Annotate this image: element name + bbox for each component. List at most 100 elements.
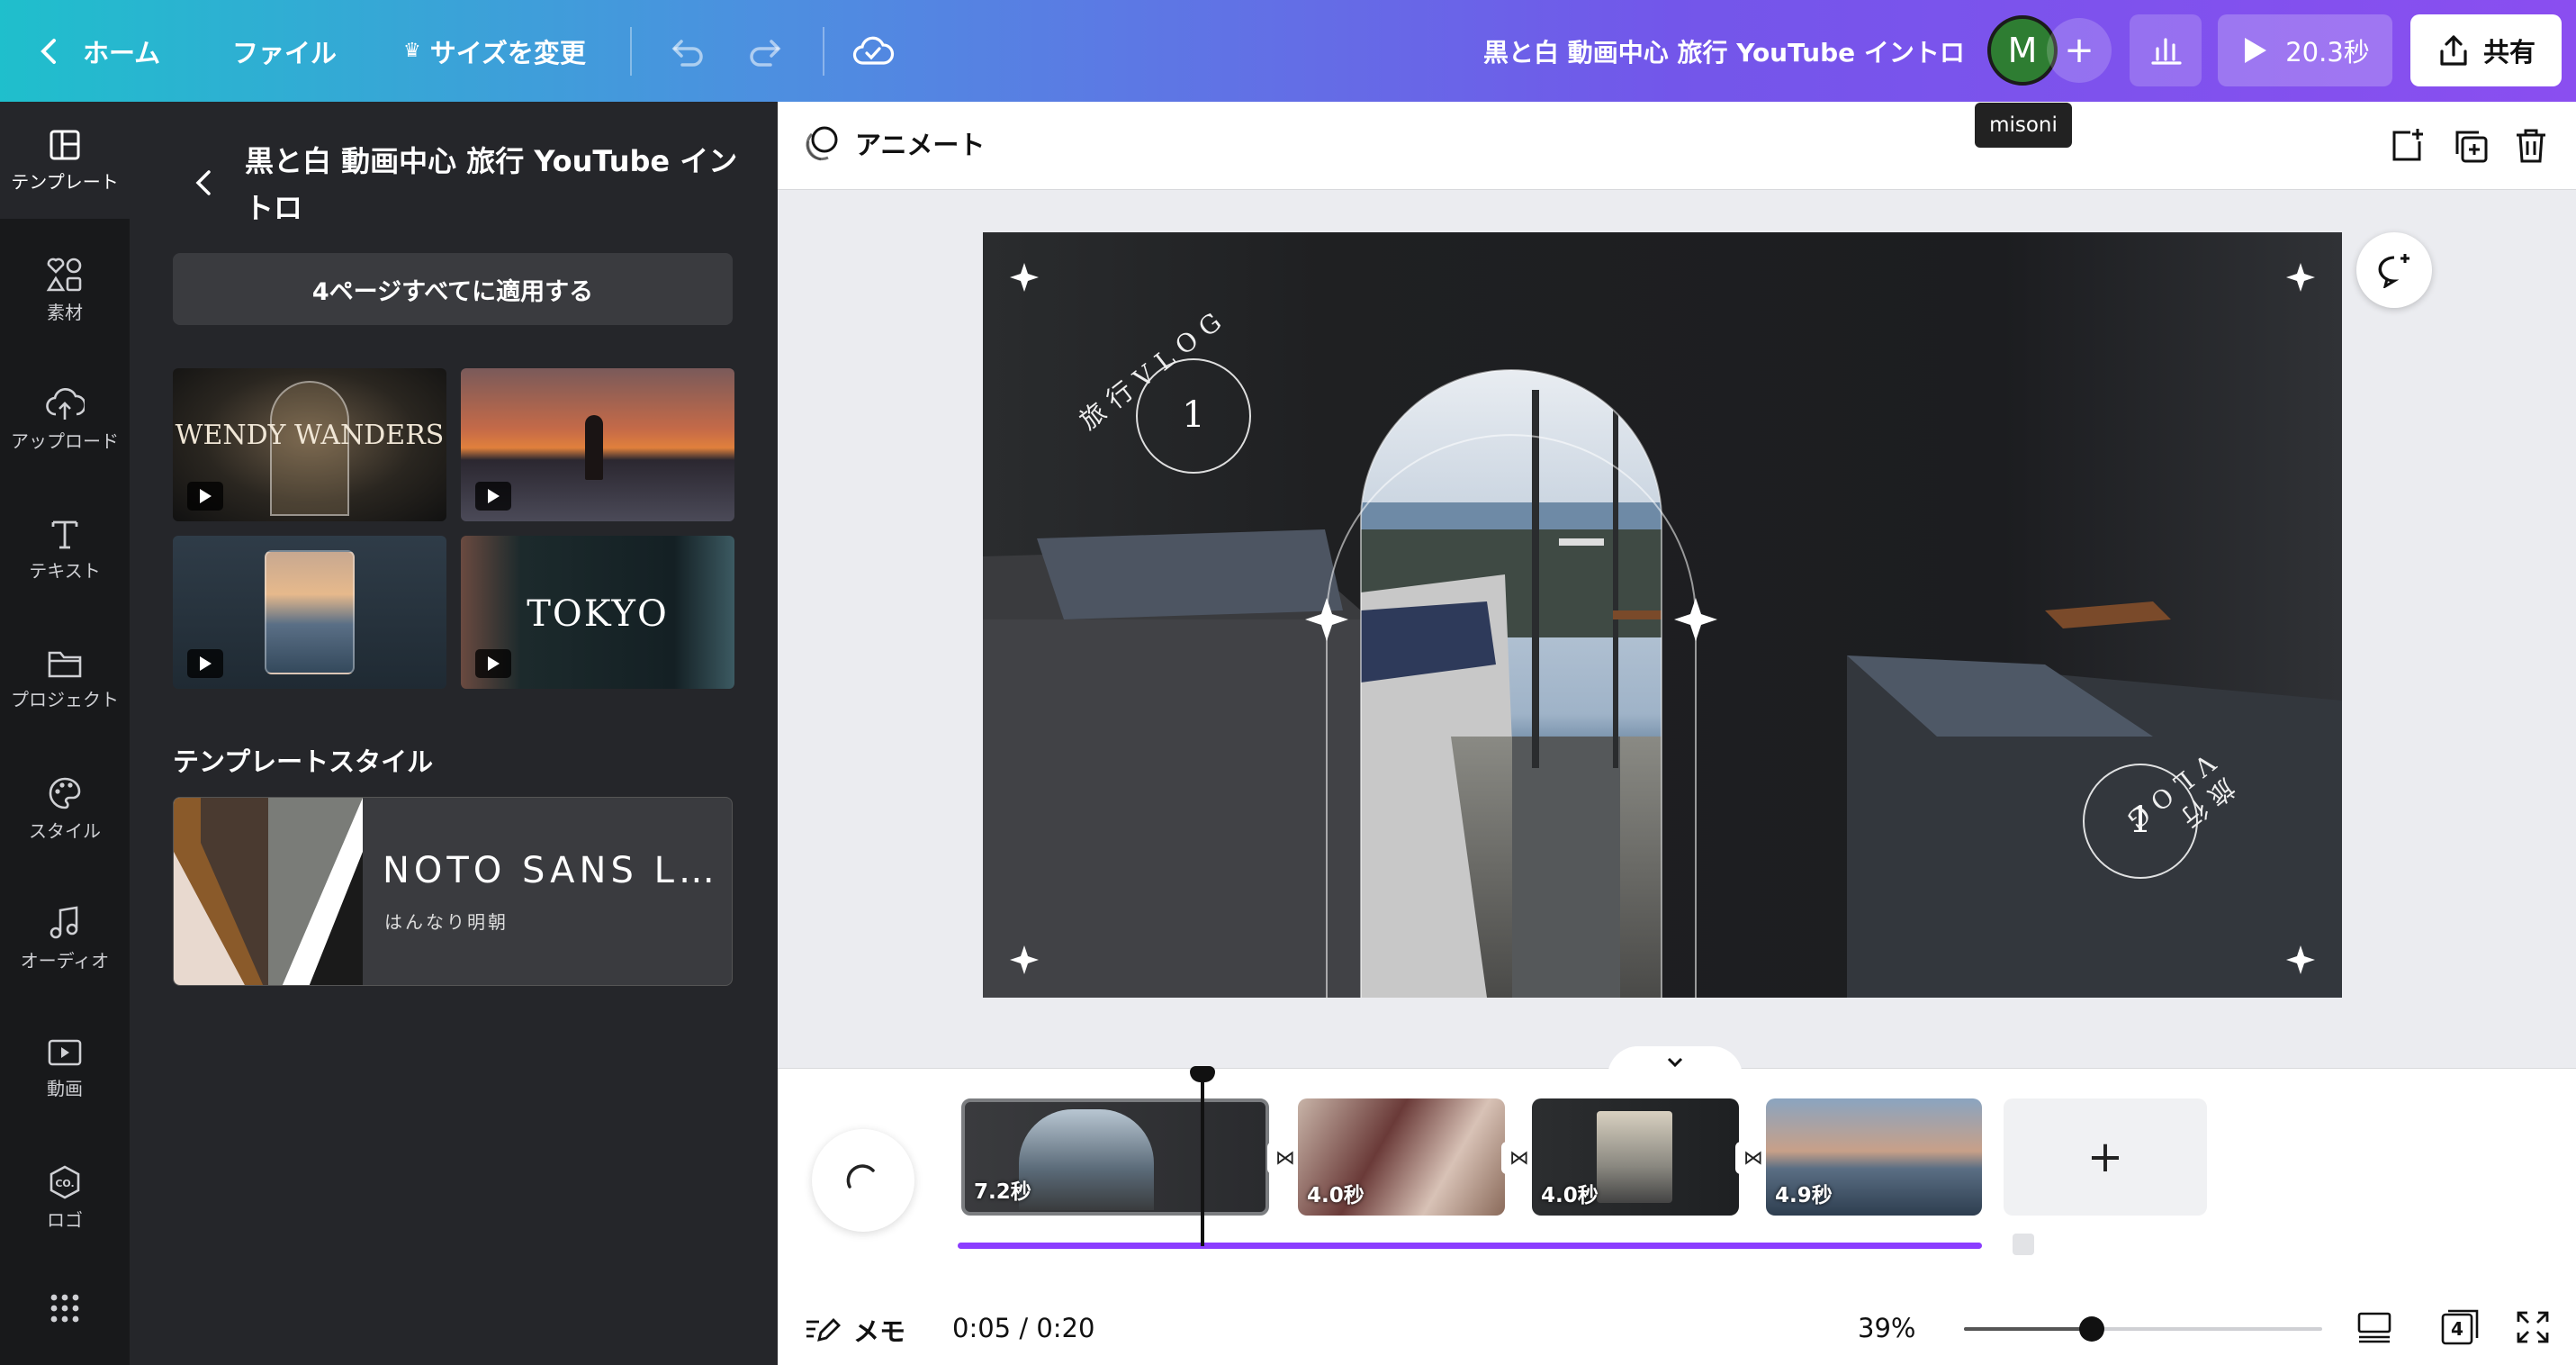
timeline-track[interactable] <box>958 1243 1982 1249</box>
chevron-left-icon <box>41 38 56 64</box>
playhead-handle[interactable] <box>1190 1066 1215 1082</box>
clip-duration: 4.0秒 <box>1541 1184 1599 1207</box>
template-thumbnail[interactable]: TOKYO <box>461 536 734 689</box>
spinner-icon <box>846 1164 875 1189</box>
style-font-sub: はんなり明朝 <box>384 911 509 933</box>
add-page-button[interactable] <box>2389 127 2427 168</box>
add-collaborator-button[interactable]: + <box>2047 18 2112 83</box>
animate-icon <box>806 126 838 161</box>
design-canvas[interactable]: 旅行VLOG 1 1 旅行VLOG <box>983 232 2342 998</box>
notes-button[interactable]: メモ <box>803 1311 905 1349</box>
avatar-letter: M <box>2007 31 2038 70</box>
share-label: 共有 <box>2482 37 2535 68</box>
playback-time: 0:05 / 0:20 <box>952 1313 1095 1343</box>
share-button[interactable]: 共有 <box>2410 14 2562 86</box>
rail-label: テンプレート <box>11 170 119 193</box>
clip-duration: 4.9秒 <box>1775 1184 1833 1207</box>
page-count-button[interactable]: 4 <box>2439 1307 2481 1347</box>
timeline-clip[interactable]: 4.0秒 <box>1298 1098 1505 1216</box>
bar-chart-icon <box>2151 38 2182 65</box>
redo-icon <box>750 39 781 67</box>
animate-label: アニメート <box>855 130 986 160</box>
zoom-slider-fill <box>1964 1327 2090 1331</box>
play-icon <box>2245 38 2267 63</box>
template-thumbnail[interactable]: WENDY WANDERS <box>173 368 446 521</box>
clip-duration: 4.0秒 <box>1307 1184 1365 1207</box>
folder-icon <box>48 651 82 677</box>
file-menu[interactable]: ファイル <box>232 0 337 102</box>
redo-button[interactable] <box>747 0 787 102</box>
collapse-timeline-button[interactable] <box>1608 1046 1743 1077</box>
style-font-main: NOTO SANS L… <box>383 850 719 891</box>
add-comment-button[interactable] <box>2356 232 2432 308</box>
zoom-slider-thumb[interactable] <box>2079 1316 2104 1342</box>
apply-all-pages-button[interactable]: 4ページすべてに適用する <box>173 253 733 325</box>
duplicate-icon <box>2455 131 2488 163</box>
audio-track-marker <box>2013 1234 2034 1255</box>
upload-cloud-icon <box>46 387 85 420</box>
rail-label: 動画 <box>47 1077 83 1099</box>
clip-thumbnail <box>1597 1111 1672 1203</box>
duplicate-page-button[interactable] <box>2452 127 2490 168</box>
page-count: 4 <box>2451 1318 2463 1340</box>
zoom-level[interactable]: 39% <box>1858 1313 1915 1343</box>
rail-item-videos[interactable]: 動画 <box>0 1009 130 1126</box>
present-duration: 20.3秒 <box>2285 37 2370 68</box>
avatar-tooltip: misoni <box>1975 103 2072 148</box>
delete-page-button[interactable] <box>2513 127 2549 168</box>
insights-button[interactable] <box>2130 14 2202 86</box>
template-thumbnail[interactable] <box>461 368 734 521</box>
rail-item-uploads[interactable]: アップロード <box>0 361 130 478</box>
rail-item-elements[interactable]: 素材 <box>0 231 130 348</box>
rail-item-apps[interactable] <box>0 1269 130 1365</box>
fullscreen-button[interactable] <box>2515 1309 2551 1349</box>
notes-pencil-icon <box>806 1318 841 1342</box>
canvas-number-top: 1 <box>1182 394 1205 436</box>
context-toolbar: アニメート <box>778 102 2576 190</box>
thumbnail-title: TOKYO <box>527 593 669 635</box>
document-title[interactable]: 黒と白 動画中心 旅行 YouTube イントロ <box>1483 0 1965 102</box>
play-icon <box>488 656 500 671</box>
grid-view-button[interactable] <box>2356 1311 2392 1347</box>
rail-label: スタイル <box>29 819 101 842</box>
notes-label: メモ <box>853 1316 906 1347</box>
playhead[interactable] <box>1190 1066 1215 1246</box>
plus-icon: + <box>2086 1132 2124 1182</box>
rail-item-styles[interactable]: スタイル <box>0 750 130 867</box>
zoom-slider[interactable] <box>1964 1316 2322 1342</box>
template-thumbnail[interactable] <box>173 536 446 689</box>
add-clip-button[interactable]: + <box>2004 1098 2207 1216</box>
video-icon <box>48 1039 82 1065</box>
back-button[interactable] <box>191 165 216 204</box>
play-badge <box>475 482 511 511</box>
logo-icon: CO. <box>50 1165 80 1198</box>
timeline-clip[interactable]: 4.9秒 <box>1766 1098 1982 1216</box>
timeline-clip[interactable]: 4.0秒 <box>1532 1098 1739 1216</box>
cloud-check-icon <box>852 36 895 65</box>
rail-item-text[interactable]: テキスト <box>0 491 130 608</box>
trash-icon <box>2517 129 2545 163</box>
rail-item-projects[interactable]: プロジェクト <box>0 620 130 737</box>
timeline-clip[interactable]: 7.2秒 <box>961 1098 1269 1216</box>
thumbnail-title: WENDY WANDERS <box>175 420 445 451</box>
template-style-heading: テンプレートスタイル <box>173 746 434 777</box>
plus-icon: + <box>2064 30 2094 71</box>
template-style-card[interactable]: NOTO SANS L… はんなり明朝 <box>173 797 733 986</box>
resize-button[interactable]: ♛ サイズを変更 <box>403 0 586 102</box>
rail-item-audio[interactable]: オーディオ <box>0 880 130 997</box>
present-button[interactable]: 20.3秒 <box>2218 14 2392 86</box>
music-note-icon <box>50 905 78 938</box>
color-palette-swatch <box>174 798 363 985</box>
rail-label: 素材 <box>47 301 83 323</box>
save-status-button[interactable] <box>851 0 895 102</box>
animate-button[interactable]: アニメート <box>803 123 985 163</box>
rail-item-logos[interactable]: CO. ロゴ <box>0 1139 130 1256</box>
svg-text:CO.: CO. <box>55 1178 74 1189</box>
template-panel: 黒と白 動画中心 旅行 YouTube イントロ 4ページすべてに適用する WE… <box>130 102 778 1365</box>
home-button[interactable]: ホーム <box>36 0 160 102</box>
rail-item-templates[interactable]: テンプレート <box>0 102 130 219</box>
rail-label: テキスト <box>29 559 101 582</box>
undo-button[interactable] <box>666 0 706 102</box>
file-label: ファイル <box>232 37 338 68</box>
chevron-down-icon <box>1667 1057 1683 1068</box>
